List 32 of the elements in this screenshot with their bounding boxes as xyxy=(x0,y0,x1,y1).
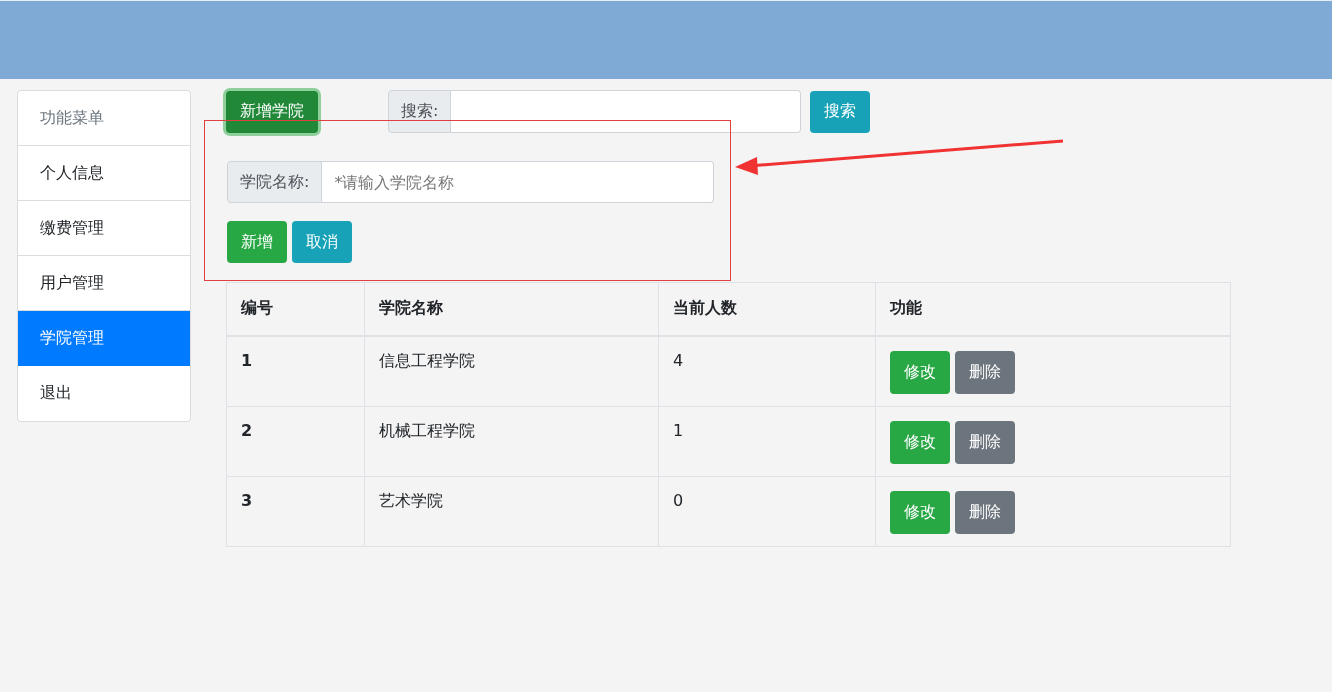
search-field[interactable] xyxy=(451,90,802,133)
column-header: 当前人数 xyxy=(658,282,876,336)
table-cell: 机械工程学院 xyxy=(364,406,659,477)
search-button[interactable]: 搜索 xyxy=(810,90,871,133)
table-cell: 2 xyxy=(226,406,365,477)
sidebar-item[interactable]: 退出 xyxy=(18,366,190,421)
edit-button[interactable]: 修改 xyxy=(890,490,950,534)
table-cell: 艺术学院 xyxy=(364,476,659,547)
delete-button[interactable]: 删除 xyxy=(955,350,1015,394)
college-name-label: 学院名称: xyxy=(227,161,323,203)
sidebar-item[interactable]: 学院管理 xyxy=(18,311,190,366)
column-header: 编号 xyxy=(226,282,365,336)
sidebar-item[interactable]: 个人信息 xyxy=(18,146,190,201)
sidebar-item[interactable]: 缴费管理 xyxy=(18,201,190,256)
delete-button[interactable]: 删除 xyxy=(955,420,1015,464)
column-header: 功能 xyxy=(875,282,1231,336)
table-cell: 1 xyxy=(658,406,876,477)
edit-button[interactable]: 修改 xyxy=(890,420,950,464)
add-college-button[interactable]: 新增学院 xyxy=(226,90,318,133)
column-header: 学院名称 xyxy=(364,282,659,336)
table-cell: 信息工程学院 xyxy=(364,335,659,407)
table-cell: 1 xyxy=(226,335,365,407)
menu-title: 功能菜单 xyxy=(18,91,190,146)
table-cell: 4 xyxy=(658,335,876,407)
delete-button[interactable]: 删除 xyxy=(955,490,1015,534)
search-label: 搜索: xyxy=(388,90,452,133)
table-cell: 3 xyxy=(226,476,365,547)
cancel-button[interactable]: 取消 xyxy=(292,221,352,263)
college-name-field[interactable]: *请输入学院名称 xyxy=(322,161,714,203)
table-cell: 0 xyxy=(658,476,876,547)
edit-button[interactable]: 修改 xyxy=(890,350,950,394)
add-button[interactable]: 新增 xyxy=(227,221,287,263)
